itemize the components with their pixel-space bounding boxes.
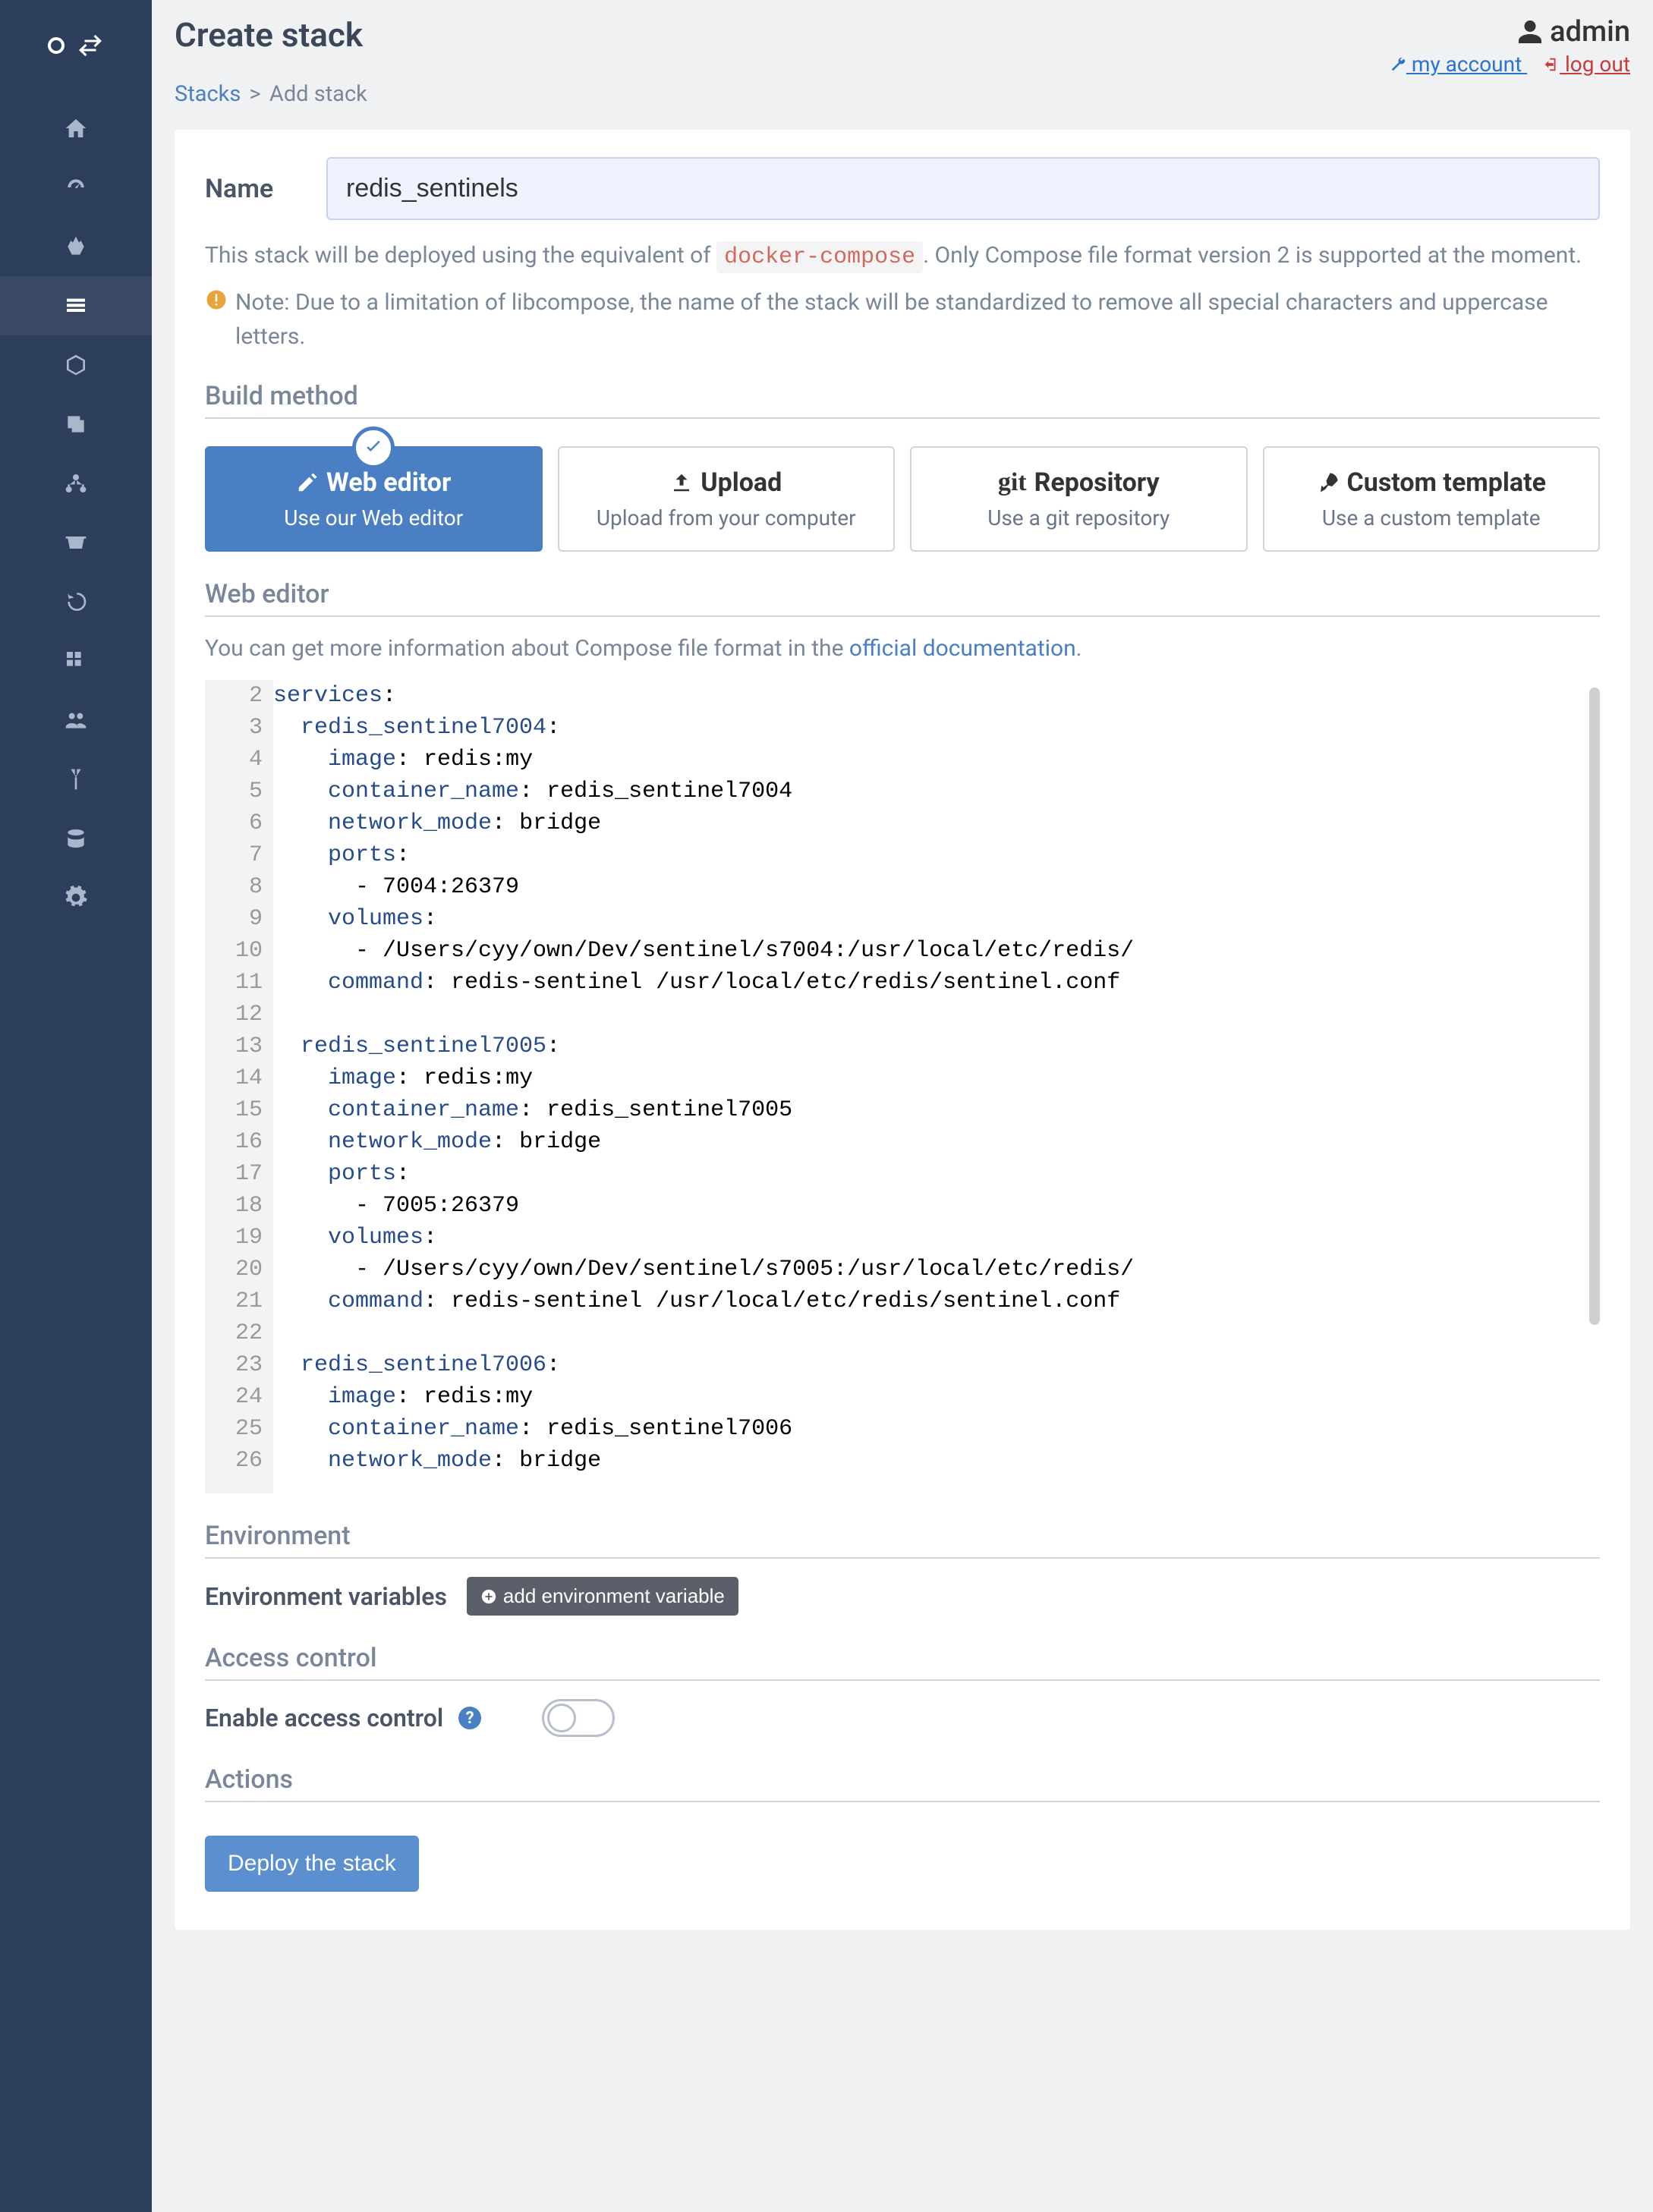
editor-info: You can get more information about Compo… bbox=[205, 635, 1600, 662]
nav-host[interactable] bbox=[0, 631, 152, 691]
add-env-var-button[interactable]: add environment variable bbox=[467, 1577, 738, 1616]
username: admin bbox=[1390, 15, 1630, 49]
code-area[interactable]: services: redis_sentinel7004: image: red… bbox=[273, 680, 1600, 1493]
note: Note: Due to a limitation of libcompose,… bbox=[205, 285, 1600, 354]
breadcrumb-root[interactable]: Stacks bbox=[175, 81, 241, 107]
official-docs-link[interactable]: official documentation bbox=[849, 635, 1076, 662]
compose-info: This stack will be deployed using the eq… bbox=[205, 238, 1600, 275]
sidebar-logo[interactable] bbox=[0, 0, 152, 91]
page-title: Create stack bbox=[175, 15, 363, 55]
method-web-editor[interactable]: Web editor Use our Web editor bbox=[205, 446, 543, 552]
nav-containers[interactable] bbox=[0, 335, 152, 395]
form-panel: Name This stack will be deployed using t… bbox=[175, 130, 1630, 1930]
toggle-knob bbox=[547, 1704, 576, 1732]
user-block: admin my account log out bbox=[1390, 15, 1630, 77]
method-upload[interactable]: Upload Upload from your computer bbox=[558, 446, 896, 552]
nav-networks[interactable] bbox=[0, 454, 152, 513]
method-custom-template[interactable]: Custom template Use a custom template bbox=[1263, 446, 1601, 552]
nav-volumes[interactable] bbox=[0, 513, 152, 572]
logout-link[interactable]: log out bbox=[1543, 52, 1630, 77]
nav-home[interactable] bbox=[0, 99, 152, 158]
nav-app-templates[interactable] bbox=[0, 217, 152, 276]
code-editor[interactable]: 2 3 4 5 6 7 8 9 10 11 12 13 14 15 16 17 … bbox=[205, 680, 1600, 1493]
nav-endpoints[interactable] bbox=[0, 750, 152, 809]
plus-icon bbox=[480, 1588, 497, 1605]
main-content: Create stack admin my account log out St… bbox=[152, 0, 1653, 2212]
rocket-icon bbox=[1317, 471, 1340, 494]
access-control-header: Access control bbox=[205, 1643, 1600, 1681]
edit-icon bbox=[296, 471, 319, 494]
actions-header: Actions bbox=[205, 1764, 1600, 1802]
scrollbar[interactable] bbox=[1589, 688, 1600, 1325]
method-repository[interactable]: git Repository Use a git repository bbox=[910, 446, 1248, 552]
access-control-toggle[interactable] bbox=[542, 1699, 615, 1737]
build-method-header: Build method bbox=[205, 381, 1600, 419]
sidebar-nav bbox=[0, 91, 152, 927]
upload-icon bbox=[670, 471, 693, 494]
nav-stacks[interactable] bbox=[0, 276, 152, 335]
warning-icon bbox=[205, 288, 228, 311]
name-label: Name bbox=[205, 174, 304, 204]
access-control-label: Enable access control bbox=[205, 1704, 443, 1732]
user-icon bbox=[1516, 18, 1544, 46]
web-editor-header: Web editor bbox=[205, 579, 1600, 617]
git-icon: git bbox=[998, 468, 1027, 497]
nav-dashboard[interactable] bbox=[0, 158, 152, 217]
help-icon[interactable]: ? bbox=[458, 1707, 481, 1729]
docker-compose-code: docker-compose bbox=[716, 241, 923, 273]
logout-icon bbox=[1543, 56, 1560, 73]
logo-ring-icon bbox=[48, 37, 65, 54]
environment-header: Environment bbox=[205, 1521, 1600, 1559]
nav-registries[interactable] bbox=[0, 809, 152, 868]
nav-events[interactable] bbox=[0, 572, 152, 631]
my-account-link[interactable]: my account bbox=[1390, 52, 1527, 77]
nav-settings[interactable] bbox=[0, 868, 152, 927]
breadcrumb-current: Add stack bbox=[269, 81, 367, 107]
line-gutter: 2 3 4 5 6 7 8 9 10 11 12 13 14 15 16 17 … bbox=[205, 680, 273, 1493]
name-input[interactable] bbox=[326, 157, 1600, 220]
deploy-button[interactable]: Deploy the stack bbox=[205, 1836, 419, 1892]
breadcrumb: Stacks > Add stack bbox=[175, 81, 1630, 107]
nav-users[interactable] bbox=[0, 691, 152, 750]
wrench-icon bbox=[1390, 56, 1406, 73]
sidebar bbox=[0, 0, 152, 2212]
check-icon bbox=[352, 426, 395, 469]
collapse-icon bbox=[77, 32, 104, 59]
nav-images[interactable] bbox=[0, 395, 152, 454]
env-vars-label: Environment variables bbox=[205, 1582, 447, 1611]
